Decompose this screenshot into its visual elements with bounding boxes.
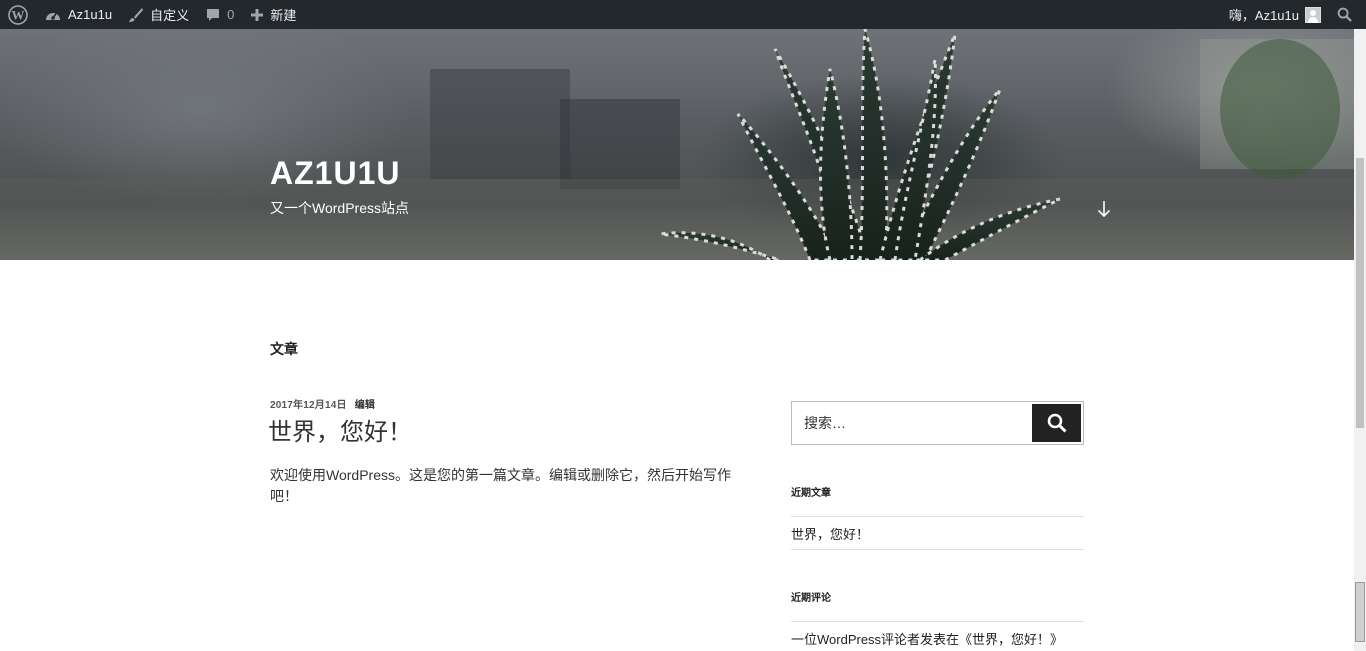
page-heading: 文章: [270, 341, 298, 357]
scrollbar-side-tab: [1355, 582, 1365, 642]
customize-label: 自定义: [150, 8, 190, 23]
comments-link[interactable]: 0: [197, 0, 242, 29]
header-image: [0, 29, 1354, 260]
greeting-label: 嗨，Az1u1u: [1228, 8, 1299, 23]
scroll-down-link[interactable]: [1096, 199, 1112, 224]
recent-post-link[interactable]: 世界，您好！: [791, 524, 869, 543]
site-title[interactable]: AZ1U1U: [270, 155, 400, 192]
site-description: 又一个WordPress站点: [270, 200, 409, 216]
site-name-label: Az1u1u: [68, 7, 113, 22]
scrollbar-thumb[interactable]: [1356, 158, 1364, 428]
search-form: [791, 401, 1084, 445]
post-excerpt: 欢迎使用WordPress。这是您的第一篇文章。编辑或删除它，然后开始写作吧！: [270, 467, 731, 504]
admin-bar: W Az1u1u 自定义 0 新建 嗨，Az1u1u: [0, 0, 1366, 29]
dashboard-icon: [46, 12, 60, 20]
divider: [791, 516, 1084, 517]
edit-post-link[interactable]: 编辑: [355, 400, 375, 411]
page-scrollbar[interactable]: [1354, 29, 1366, 651]
my-account-menu[interactable]: 嗨，Az1u1u: [1221, 0, 1329, 29]
search-icon: [1337, 7, 1352, 22]
post-date[interactable]: 2017年12月14日: [270, 400, 347, 411]
divider: [791, 549, 1084, 550]
adminbar-search-button[interactable]: [1329, 0, 1366, 29]
divider: [791, 621, 1084, 622]
search-input[interactable]: [793, 403, 1031, 443]
brush-icon: [129, 7, 144, 22]
site-name-menu[interactable]: Az1u1u: [36, 0, 120, 29]
search-icon: [1047, 413, 1067, 433]
plus-icon: [251, 8, 264, 21]
search-submit-button[interactable]: [1032, 404, 1081, 442]
post-meta: 2017年12月14日 编辑: [270, 396, 375, 411]
avatar: [1305, 6, 1321, 23]
recent-comments-title: 近期评论: [791, 593, 831, 604]
new-content-menu[interactable]: 新建: [242, 0, 304, 29]
svg-text:W: W: [12, 7, 25, 22]
customize-link[interactable]: 自定义: [120, 0, 197, 29]
recent-comment-item[interactable]: 一位WordPress评论者发表在《世界，您好！》: [791, 629, 1063, 648]
comment-bubble-icon: [207, 8, 220, 21]
new-label: 新建: [270, 8, 297, 23]
arrow-down-icon: [1097, 201, 1111, 218]
site-header: AZ1U1U 又一个WordPress站点: [0, 29, 1354, 260]
wordpress-logo-menu[interactable]: W: [0, 0, 36, 29]
post-title[interactable]: 世界，您好！: [268, 412, 412, 447]
wordpress-logo-icon: W: [8, 4, 28, 25]
comments-count: 0: [227, 7, 235, 22]
recent-posts-title: 近期文章: [791, 488, 831, 499]
